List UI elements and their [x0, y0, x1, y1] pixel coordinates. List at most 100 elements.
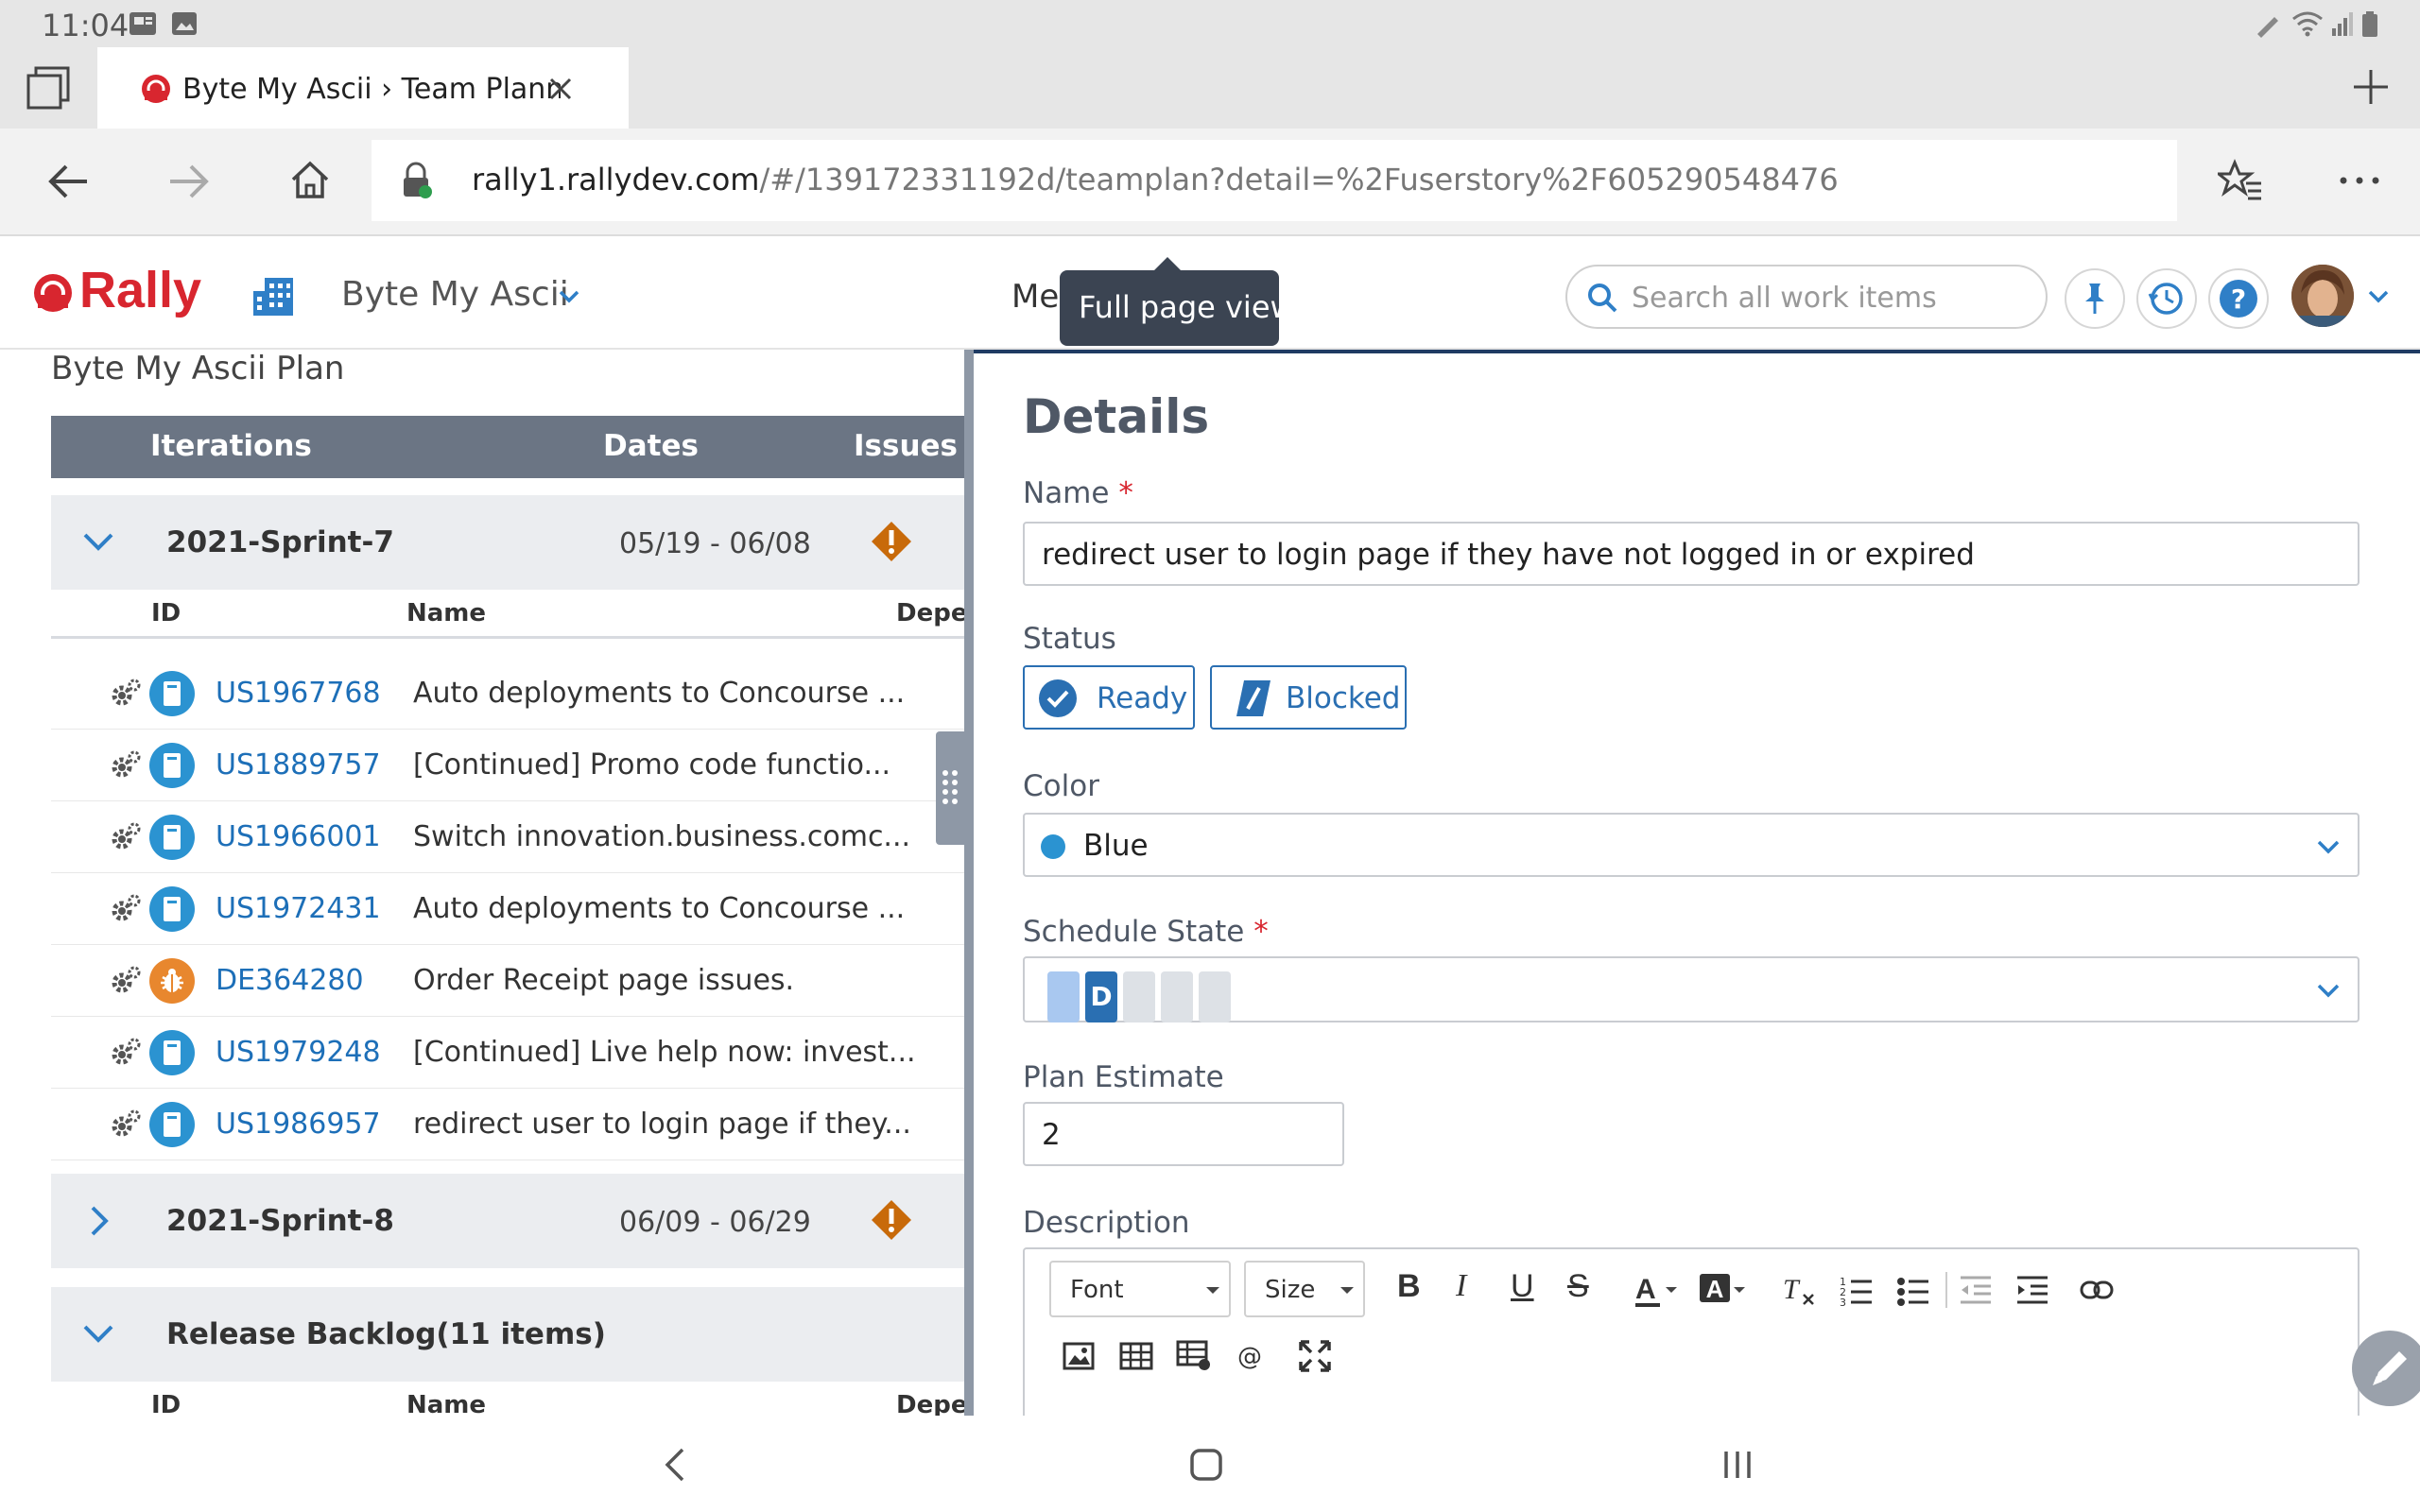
gear-icon[interactable] — [110, 679, 142, 709]
gear-icon[interactable] — [110, 750, 142, 781]
story-id-link[interactable]: US1979248 — [216, 1036, 381, 1069]
description-editor[interactable]: Font Size B I U S A A T 123 @ — [1023, 1247, 2360, 1416]
rally-logo-icon[interactable] — [32, 272, 74, 314]
backlog-subheader: ID Name Deper — [51, 1382, 964, 1416]
tabs-overview-icon[interactable] — [26, 66, 70, 110]
clear-formatting-icon[interactable]: T — [1781, 1274, 1819, 1308]
col-issues[interactable]: Issues — [854, 429, 958, 463]
table-row[interactable]: US1986957 redirect user to login page if… — [51, 1089, 964, 1160]
search-box[interactable] — [1565, 265, 2048, 329]
name-field[interactable]: redirect user to login page if they have… — [1023, 522, 2360, 586]
table-row[interactable]: US1966001 Switch innovation.business.com… — [51, 801, 964, 873]
bold-icon[interactable]: B — [1397, 1268, 1421, 1305]
panel-splitter[interactable] — [964, 350, 974, 1416]
release-backlog-row[interactable]: Release Backlog(11 items) — [51, 1287, 964, 1382]
story-id-link[interactable]: US1967768 — [216, 677, 381, 710]
indent-icon[interactable] — [2015, 1274, 2049, 1306]
lock-icon[interactable] — [400, 161, 432, 198]
schedule-state-block[interactable] — [1161, 971, 1193, 1022]
rally-logo[interactable]: Rally — [79, 261, 201, 319]
edit-pencil-button[interactable] — [2352, 1331, 2420, 1406]
table-row[interactable]: US1979248 [Continued] Live help now: inv… — [51, 1017, 964, 1089]
splitter-drag-handle[interactable] — [936, 731, 964, 845]
workspace-building-icon[interactable] — [251, 276, 295, 318]
italic-icon[interactable]: I — [1456, 1268, 1466, 1304]
outdent-icon[interactable] — [1959, 1274, 1993, 1306]
browser-tab[interactable]: Byte My Ascii › Team Plannin — [97, 47, 629, 129]
table-row[interactable]: DE364280 Order Receipt page issues. — [51, 945, 964, 1017]
story-id-link[interactable]: US1966001 — [216, 820, 381, 853]
insert-image-icon[interactable] — [1063, 1342, 1095, 1370]
user-avatar[interactable] — [2291, 265, 2354, 327]
underline-icon[interactable]: U — [1511, 1268, 1534, 1305]
strikethrough-icon[interactable]: S — [1567, 1268, 1589, 1305]
chevron-right-icon[interactable] — [79, 1202, 117, 1240]
gear-icon[interactable] — [110, 822, 142, 852]
sub-col-dependencies[interactable]: Deper — [896, 1391, 964, 1416]
favorites-icon[interactable] — [2218, 159, 2263, 200]
avatar-chevron-icon[interactable] — [2367, 289, 2390, 304]
schedule-state-current[interactable]: D — [1085, 971, 1117, 1022]
gear-icon[interactable] — [110, 894, 142, 924]
gear-icon[interactable] — [110, 966, 142, 996]
story-id-link[interactable]: US1972431 — [216, 892, 381, 925]
size-select[interactable]: Size — [1244, 1261, 1365, 1317]
sprint-row[interactable]: 2021-Sprint-7 05/19 - 06/08 — [51, 495, 964, 590]
schedule-state-block[interactable] — [1123, 971, 1155, 1022]
chevron-down-icon[interactable] — [558, 289, 580, 304]
more-options-icon[interactable] — [2339, 176, 2380, 185]
plan-estimate-field[interactable]: 2 — [1023, 1102, 1344, 1166]
nav-home-icon[interactable] — [1189, 1448, 1223, 1482]
fullscreen-icon[interactable] — [1299, 1340, 1331, 1372]
table-row[interactable]: US1972431 Auto deployments to Concourse … — [51, 873, 964, 945]
back-icon[interactable] — [45, 161, 91, 202]
sub-col-name[interactable]: Name — [406, 1391, 486, 1416]
recent-history-button[interactable] — [2136, 268, 2197, 329]
col-dates[interactable]: Dates — [603, 429, 699, 463]
story-id-link[interactable]: US1986957 — [216, 1108, 381, 1141]
home-icon[interactable] — [289, 159, 331, 200]
close-tab-icon[interactable] — [547, 76, 574, 102]
warning-icon[interactable] — [870, 520, 913, 563]
sub-col-id[interactable]: ID — [151, 1391, 181, 1416]
table-properties-icon[interactable] — [1176, 1340, 1212, 1372]
numbered-list-icon[interactable]: 123 — [1840, 1274, 1874, 1306]
table-row[interactable]: US1889757 [Continued] Promo code functio… — [51, 730, 964, 801]
table-row[interactable]: US1967768 Auto deployments to Concourse … — [51, 658, 964, 730]
menu-label[interactable]: Me — [1011, 278, 1059, 316]
highlight-color-icon[interactable]: A — [1700, 1274, 1749, 1308]
story-id-link[interactable]: US1889757 — [216, 748, 381, 782]
schedule-state-block[interactable] — [1047, 971, 1080, 1022]
sub-col-dependencies[interactable]: Deper — [896, 599, 964, 627]
sub-col-id[interactable]: ID — [151, 599, 181, 627]
text-color-icon[interactable]: A — [1635, 1274, 1681, 1308]
search-input[interactable] — [1632, 280, 2029, 316]
pin-button[interactable] — [2065, 268, 2125, 329]
sub-col-name[interactable]: Name — [406, 599, 486, 627]
project-picker[interactable]: Byte My Ascii — [341, 275, 569, 314]
nav-back-icon[interactable] — [662, 1446, 688, 1484]
col-iterations[interactable]: Iterations — [150, 429, 312, 463]
url-field[interactable]: rally1.rallydev.com/#/139172331192d/team… — [372, 140, 2177, 221]
nav-recents-icon[interactable] — [1720, 1448, 1754, 1482]
font-select[interactable]: Font — [1049, 1261, 1231, 1317]
blocked-toggle[interactable]: Blocked — [1210, 665, 1407, 730]
insert-table-icon[interactable] — [1119, 1342, 1153, 1370]
chevron-down-icon[interactable] — [79, 1315, 117, 1353]
sprint-row[interactable]: 2021-Sprint-8 06/09 - 06/29 — [51, 1174, 964, 1268]
gear-icon[interactable] — [110, 1038, 142, 1068]
warning-icon[interactable] — [870, 1198, 913, 1242]
link-icon[interactable] — [2080, 1280, 2114, 1300]
schedule-state-select[interactable]: D — [1023, 956, 2360, 1022]
bullet-list-icon[interactable] — [1896, 1274, 1930, 1306]
chevron-down-icon[interactable] — [79, 524, 117, 561]
forward-icon[interactable] — [166, 161, 212, 202]
ready-toggle[interactable]: Ready — [1023, 665, 1195, 730]
gear-icon[interactable] — [110, 1109, 142, 1140]
story-id-link[interactable]: DE364280 — [216, 964, 364, 997]
color-select[interactable]: Blue — [1023, 813, 2360, 877]
new-tab-icon[interactable] — [2350, 66, 2392, 108]
help-button[interactable]: ? — [2208, 268, 2269, 329]
schedule-state-block[interactable] — [1199, 971, 1231, 1022]
mention-icon[interactable]: @ — [1235, 1342, 1265, 1370]
